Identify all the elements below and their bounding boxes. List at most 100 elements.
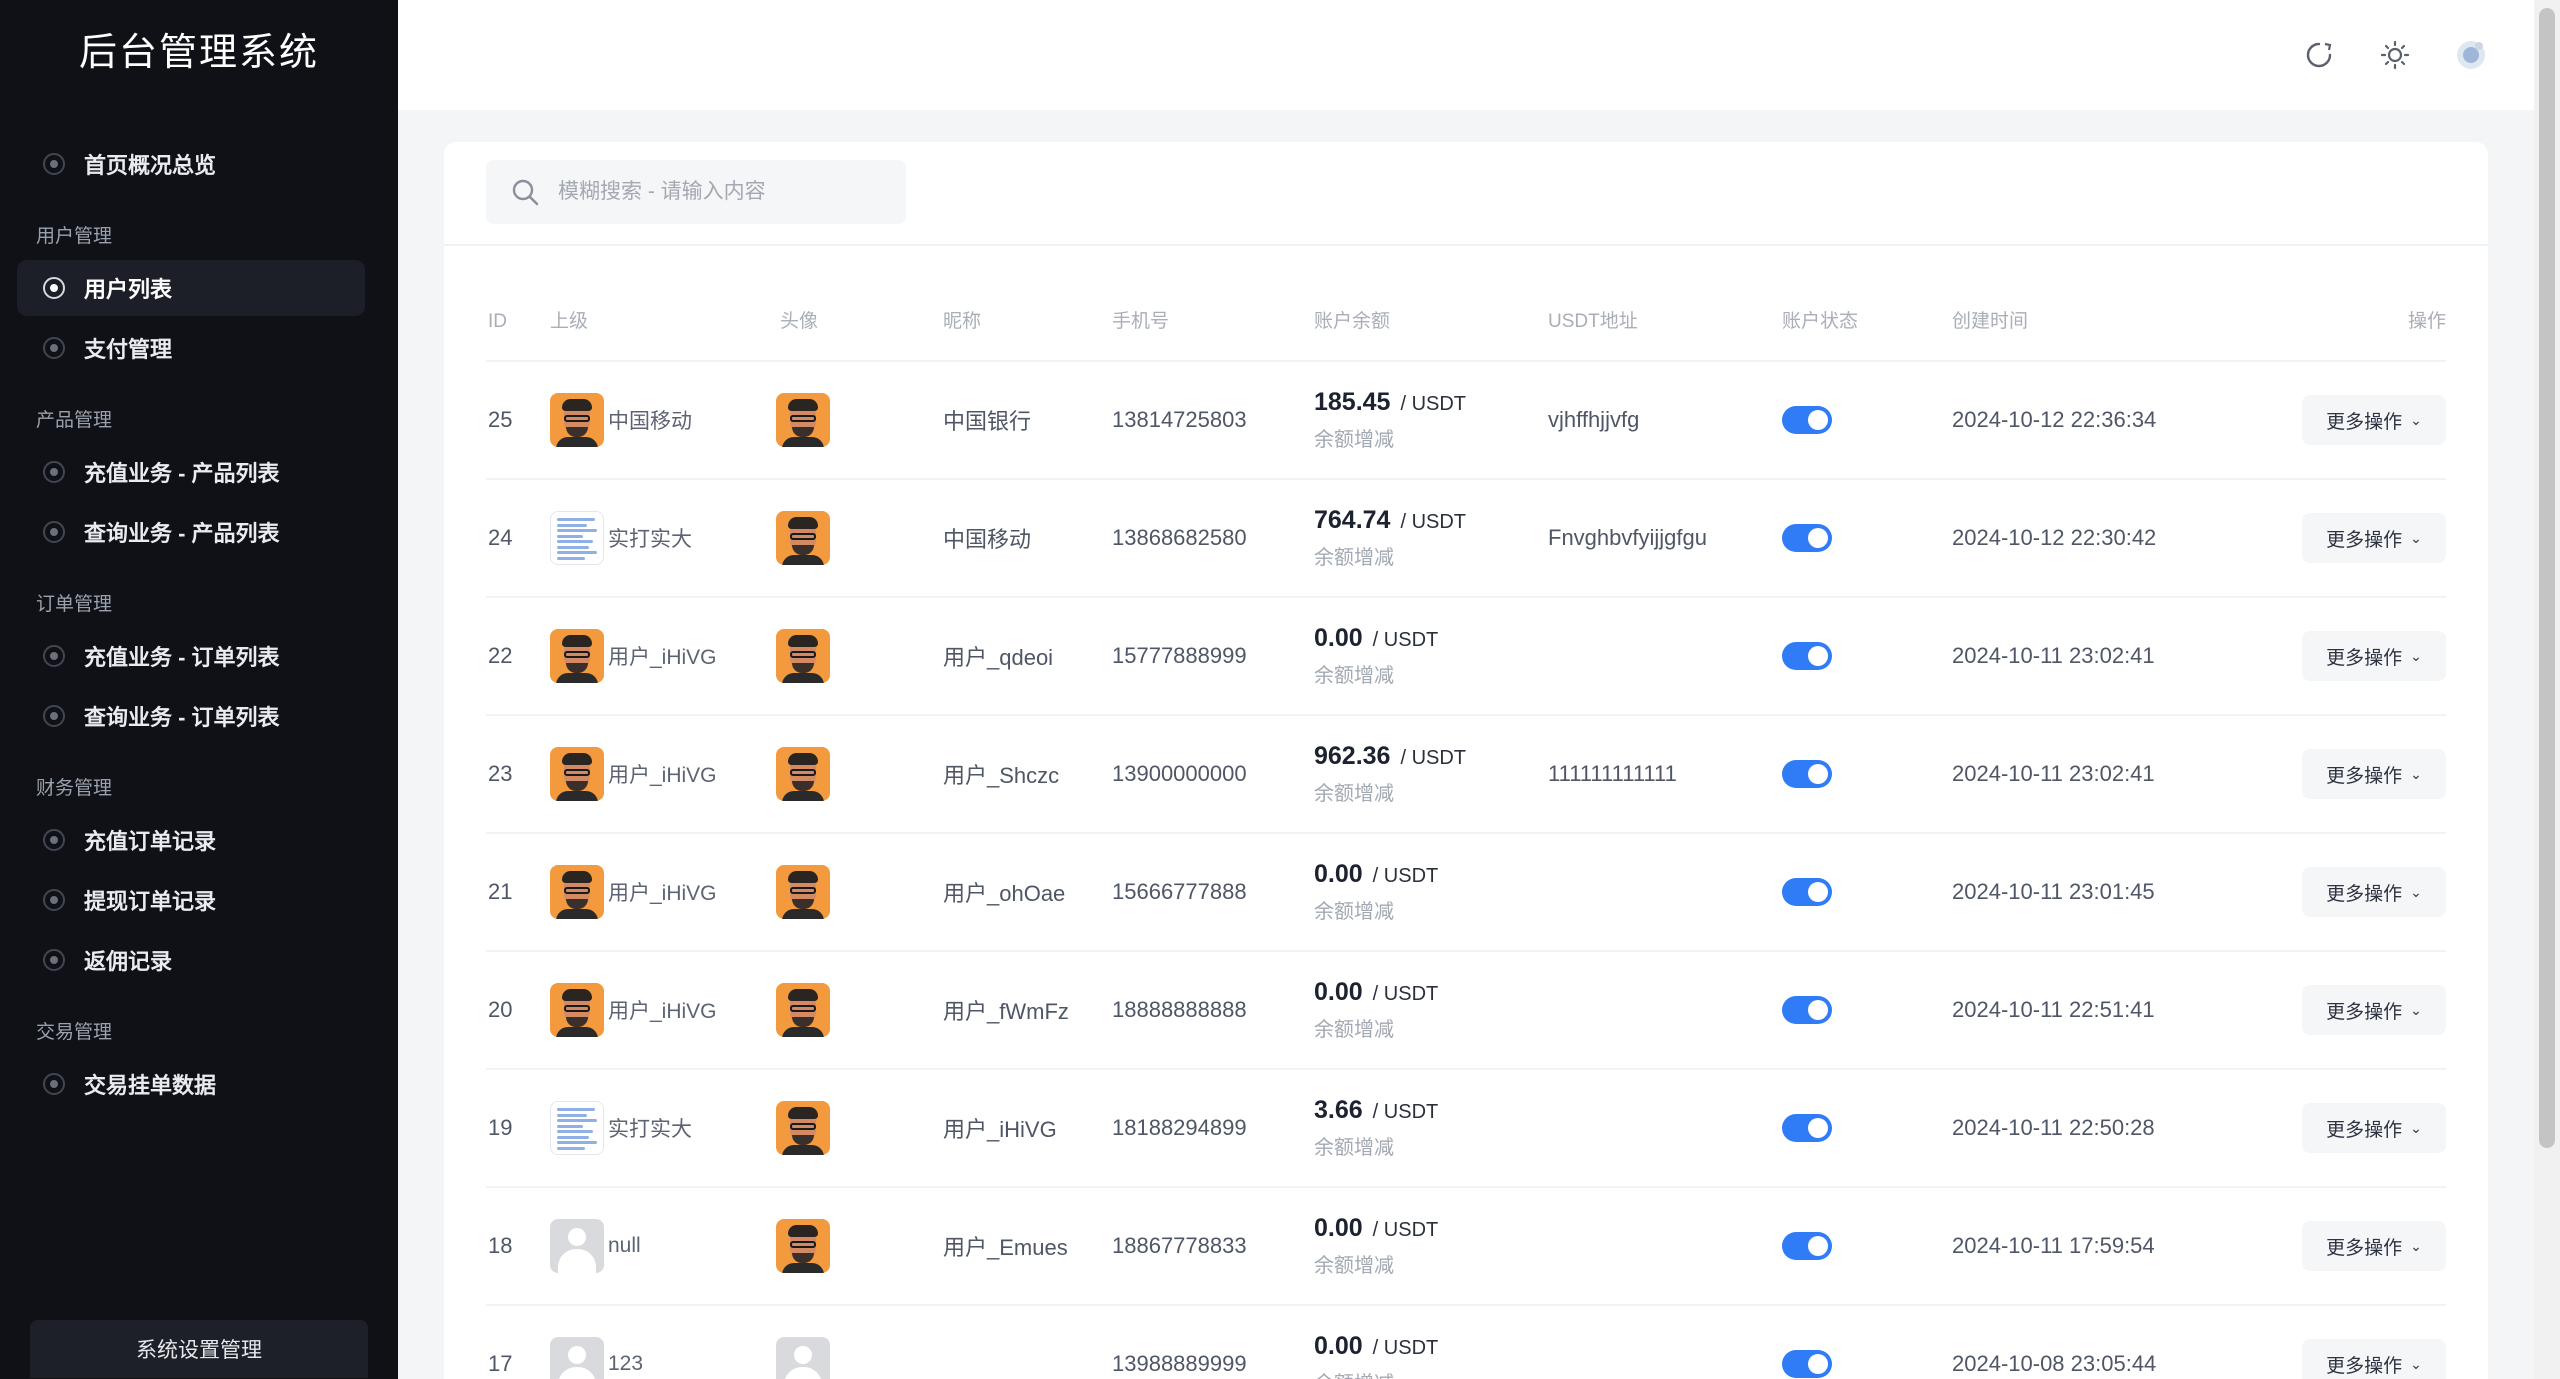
row-parent: 中国移动 [550,362,692,478]
row-created-time: 2024-10-11 23:02:41 [1952,643,2155,668]
more-actions-button[interactable]: 更多操作 ⌄ [2302,1103,2446,1153]
status-toggle[interactable] [1782,1232,1832,1260]
status-toggle[interactable] [1782,760,1832,788]
top-bar [398,0,2534,110]
row-phone: 15777888999 [1112,643,1247,668]
row-avatar [776,598,830,714]
sidebar-menu: 首页概况总览 用户管理 用户列表 支付管理 产品管理 充值业务 - 产品列表 查… [0,136,398,1116]
more-actions-button[interactable]: 更多操作 ⌄ [2302,1339,2446,1379]
avatar [776,1337,830,1379]
chevron-down-icon: ⌄ [2410,883,2422,900]
balance-unit: / USDT [1372,865,1439,887]
theme-sun-icon[interactable] [2378,38,2412,72]
more-actions-button[interactable]: 更多操作 ⌄ [2302,631,2446,681]
row-balance: 0.00 / USDT 余额增减 [1314,1188,1438,1304]
more-actions-button[interactable]: 更多操作 ⌄ [2302,395,2446,445]
menu-dot-icon [43,949,65,971]
row-balance: 0.00 / USDT 余额增减 [1314,598,1438,714]
sidebar-item-query-orders[interactable]: 查询业务 - 订单列表 [0,688,398,744]
more-actions-button[interactable]: 更多操作 ⌄ [2302,1221,2446,1271]
scrollbar-thumb[interactable] [2539,8,2555,1148]
avatar [776,1101,830,1155]
sidebar-item-recharge-products[interactable]: 充值业务 - 产品列表 [0,444,398,500]
sidebar-item-recharge-records[interactable]: 充值订单记录 [0,812,398,868]
avatar [776,511,830,565]
adjust-balance-link[interactable]: 余额增减 [1314,777,1394,806]
table-row: 24 实打实大 中国移动 13868682580 764.74 / USDT 余额增减 Fnv… [486,478,2446,596]
sidebar-item-user-list[interactable]: 用户列表 [17,260,365,316]
sidebar-item-trade-orders[interactable]: 交易挂单数据 [0,1056,398,1112]
row-phone: 13814725803 [1112,407,1247,432]
row-id: 19 [488,1115,513,1140]
menu-dot-icon [43,889,65,911]
refresh-icon[interactable] [2302,38,2336,72]
search-box [486,160,906,224]
parent-name: 用户_iHiVG [608,646,717,669]
more-actions-button[interactable]: 更多操作 ⌄ [2302,867,2446,917]
col-usdt: USDT地址 [1548,311,1638,332]
user-list-card: ID 上级 头像 昵称 手机号 账户余额 USDT地址 账户状态 创建时间 操作… [444,142,2488,1379]
col-phone: 手机号 [1112,311,1170,332]
status-toggle[interactable] [1782,996,1832,1024]
row-avatar [776,716,830,832]
more-actions-label: 更多操作 [2326,765,2403,787]
sidebar-item-label: 查询业务 - 产品列表 [84,521,280,546]
menu-dot-icon [43,1073,65,1095]
sidebar-item-label: 充值业务 - 订单列表 [84,645,280,670]
adjust-balance-link[interactable]: 余额增减 [1314,1013,1394,1042]
menu-group-users: 用户管理 [36,226,113,247]
adjust-balance-link[interactable]: 余额增减 [1314,659,1394,688]
adjust-balance-link[interactable]: 余额增减 [1314,541,1394,570]
adjust-balance-link[interactable]: 余额增减 [1314,423,1394,452]
row-nickname: 用户_qdeoi [943,645,1054,670]
vertical-scrollbar[interactable] [2534,0,2560,1379]
menu-dot-icon [43,645,65,667]
table-row: 17 123 13988889999 0.00 / USDT 余额增减 2024-10-08… [486,1304,2446,1379]
adjust-balance-link[interactable]: 余额增减 [1314,1367,1394,1379]
more-actions-button[interactable]: 更多操作 ⌄ [2302,749,2446,799]
adjust-balance-link[interactable]: 余额增减 [1314,1131,1394,1160]
system-settings-button[interactable]: 系统设置管理 [30,1320,368,1378]
sidebar-item-label: 交易挂单数据 [84,1073,217,1098]
sidebar-item-rebate-records[interactable]: 返佣记录 [0,932,398,988]
avatar [776,1219,830,1273]
row-balance: 0.00 / USDT 余额增减 [1314,952,1438,1068]
sidebar-item-label: 首页概况总览 [84,153,217,178]
row-balance: 0.00 / USDT 余额增减 [1314,834,1438,950]
balance-unit: / USDT [1400,511,1467,533]
menu-group-products: 产品管理 [36,410,113,431]
more-actions-button[interactable]: 更多操作 ⌄ [2302,513,2446,563]
more-actions-button[interactable]: 更多操作 ⌄ [2302,985,2446,1035]
adjust-balance-link[interactable]: 余额增减 [1314,895,1394,924]
col-parent: 上级 [550,311,589,332]
adjust-balance-link[interactable]: 余额增减 [1314,1249,1394,1278]
row-ops: 更多操作 ⌄ [2302,598,2446,714]
parent-name: null [608,1234,641,1257]
sidebar-item-payment[interactable]: 支付管理 [0,320,398,376]
status-toggle[interactable] [1782,1114,1832,1142]
col-status: 账户状态 [1782,311,1859,332]
status-toggle[interactable] [1782,642,1832,670]
status-toggle[interactable] [1782,524,1832,552]
more-actions-label: 更多操作 [2326,1119,2403,1141]
row-balance: 3.66 / USDT 余额增减 [1314,1070,1438,1186]
sidebar-item-home[interactable]: 首页概况总览 [0,136,398,192]
avatar [550,393,604,447]
row-nickname: 用户_Shczc [943,763,1060,788]
user-avatar-icon[interactable] [2454,38,2488,72]
col-id: ID [488,311,507,332]
search-input[interactable] [558,180,878,204]
row-phone: 13988889999 [1112,1351,1247,1376]
table-row: 23 用户_iHiVG 用户_Shczc 13900000000 962.36 / USD… [486,714,2446,832]
status-toggle[interactable] [1782,406,1832,434]
search-icon [512,179,539,206]
more-actions-label: 更多操作 [2326,529,2403,551]
row-avatar [776,1188,830,1304]
status-toggle[interactable] [1782,878,1832,906]
sidebar-item-withdraw-records[interactable]: 提现订单记录 [0,872,398,928]
chevron-down-icon: ⌄ [2410,647,2422,664]
sidebar-item-query-products[interactable]: 查询业务 - 产品列表 [0,504,398,560]
chevron-down-icon: ⌄ [2410,411,2422,428]
sidebar-item-recharge-orders[interactable]: 充值业务 - 订单列表 [0,628,398,684]
status-toggle[interactable] [1782,1350,1832,1378]
